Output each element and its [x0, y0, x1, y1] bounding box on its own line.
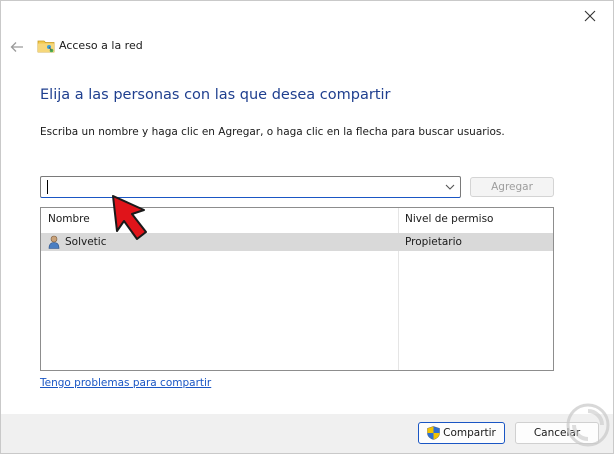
add-button[interactable]: Agregar [470, 177, 554, 197]
sharing-dialog-window: Acceso a la red Elija a las personas con… [0, 0, 614, 454]
back-button[interactable] [7, 37, 27, 57]
instruction-text: Escriba un nombre y haga clic en Agregar… [40, 126, 505, 138]
close-icon [584, 10, 596, 22]
chevron-down-icon [445, 184, 455, 190]
dropdown-arrow-button[interactable] [442, 179, 458, 195]
main-heading: Elija a las personas con las que desea c… [40, 87, 391, 103]
back-arrow-icon [10, 42, 23, 52]
dialog-footer: Compartir Cancelar [1, 414, 613, 453]
network-folder-icon [37, 40, 55, 53]
share-button[interactable]: Compartir [418, 422, 505, 444]
watermark-logo-icon [566, 403, 610, 447]
row-permission-level[interactable]: Propietario [405, 233, 462, 251]
close-button[interactable] [567, 1, 613, 31]
share-button-label: Compartir [443, 427, 496, 439]
user-icon [48, 235, 60, 249]
column-header-permission[interactable]: Nivel de permiso [398, 208, 553, 230]
uac-shield-icon [427, 426, 440, 440]
title-bar [1, 1, 613, 31]
dialog-header: Acceso a la red [1, 31, 613, 61]
troubleshoot-sharing-link[interactable]: Tengo problemas para compartir [40, 377, 211, 389]
dialog-title: Acceso a la red [59, 39, 143, 52]
red-pointer-arrow-icon [112, 195, 147, 240]
column-header-name[interactable]: Nombre [41, 208, 398, 230]
